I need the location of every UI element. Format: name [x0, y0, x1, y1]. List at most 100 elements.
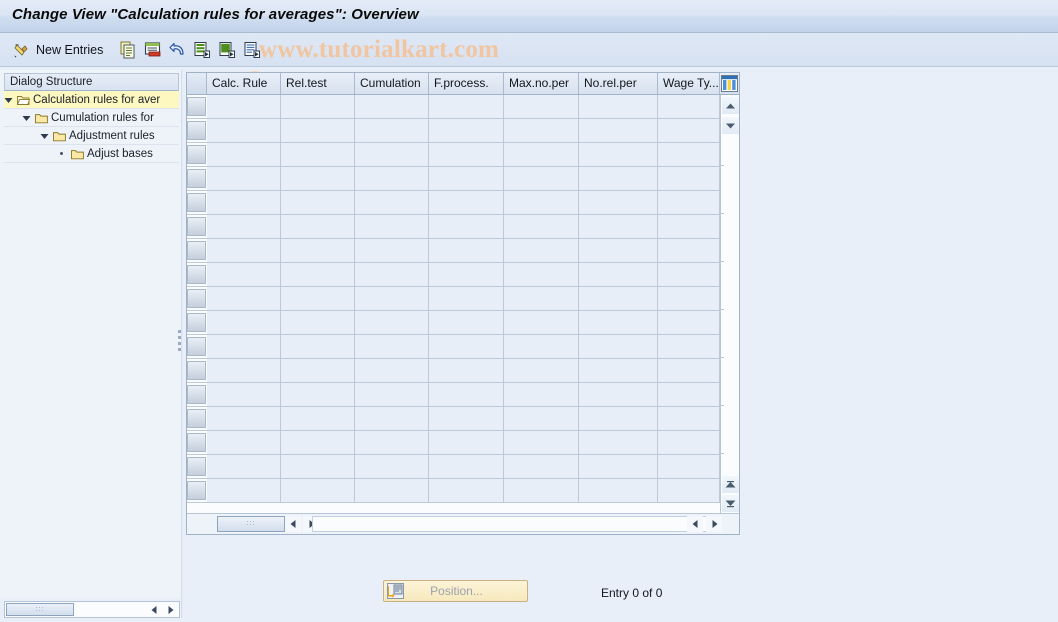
table-row[interactable] [187, 263, 720, 287]
cell-cumulation[interactable] [355, 455, 429, 478]
cell-calc_rule[interactable] [207, 239, 281, 262]
cell-f_process[interactable] [429, 191, 504, 214]
row-selector-button[interactable] [187, 241, 206, 260]
cell-f_process[interactable] [429, 143, 504, 166]
cell-wage_type[interactable] [658, 143, 720, 166]
cell-calc_rule[interactable] [207, 215, 281, 238]
column-header-sel[interactable] [187, 73, 207, 94]
tree-item-3[interactable]: Adjust bases [4, 145, 179, 163]
column-header-wage_type[interactable]: Wage Ty... [658, 73, 720, 94]
cell-wage_type[interactable] [658, 383, 720, 406]
table-scroll-left-button-2[interactable] [687, 516, 703, 532]
undo-icon[interactable] [169, 41, 187, 59]
row-selector-button[interactable] [187, 97, 206, 116]
cell-max_no_per[interactable] [504, 239, 579, 262]
cell-no_rel_per[interactable] [579, 455, 658, 478]
cell-rel_test[interactable] [281, 335, 355, 358]
sidebar-splitter-handle[interactable] [178, 330, 183, 360]
cell-wage_type[interactable] [658, 287, 720, 310]
cell-calc_rule[interactable] [207, 335, 281, 358]
cell-cumulation[interactable] [355, 167, 429, 190]
cell-cumulation[interactable] [355, 383, 429, 406]
cell-max_no_per[interactable] [504, 119, 579, 142]
cell-calc_rule[interactable] [207, 311, 281, 334]
table-row[interactable] [187, 215, 720, 239]
table-row[interactable] [187, 191, 720, 215]
cell-cumulation[interactable] [355, 239, 429, 262]
cell-no_rel_per[interactable] [579, 215, 658, 238]
cell-f_process[interactable] [429, 455, 504, 478]
scroll-page-down-icon[interactable] [722, 495, 739, 512]
cell-max_no_per[interactable] [504, 335, 579, 358]
cell-no_rel_per[interactable] [579, 311, 658, 334]
tree-item-0[interactable]: Calculation rules for aver [4, 91, 179, 109]
cell-rel_test[interactable] [281, 455, 355, 478]
cell-no_rel_per[interactable] [579, 287, 658, 310]
cell-max_no_per[interactable] [504, 287, 579, 310]
deselect-all-icon[interactable] [218, 41, 236, 59]
sidebar-scroll-right-button[interactable] [163, 603, 178, 616]
cell-rel_test[interactable] [281, 263, 355, 286]
cell-max_no_per[interactable] [504, 263, 579, 286]
cell-wage_type[interactable] [658, 167, 720, 190]
row-selector-button[interactable] [187, 289, 206, 308]
cell-max_no_per[interactable] [504, 479, 579, 502]
cell-calc_rule[interactable] [207, 119, 281, 142]
column-header-f_process[interactable]: F.process. [429, 73, 504, 94]
cell-rel_test[interactable] [281, 359, 355, 382]
cell-f_process[interactable] [429, 119, 504, 142]
cell-calc_rule[interactable] [207, 359, 281, 382]
cell-rel_test[interactable] [281, 119, 355, 142]
cell-f_process[interactable] [429, 287, 504, 310]
cell-rel_test[interactable] [281, 311, 355, 334]
tree-item-2[interactable]: Adjustment rules [4, 127, 179, 145]
cell-f_process[interactable] [429, 383, 504, 406]
column-header-calc_rule[interactable]: Calc. Rule [207, 73, 281, 94]
cell-cumulation[interactable] [355, 119, 429, 142]
row-selector-button[interactable] [187, 169, 206, 188]
cell-no_rel_per[interactable] [579, 143, 658, 166]
cell-cumulation[interactable] [355, 407, 429, 430]
chevron-down-icon[interactable] [40, 132, 49, 141]
cell-f_process[interactable] [429, 95, 504, 118]
column-header-cumulation[interactable]: Cumulation [355, 73, 429, 94]
cell-f_process[interactable] [429, 263, 504, 286]
cell-f_process[interactable] [429, 215, 504, 238]
cell-cumulation[interactable] [355, 287, 429, 310]
cell-no_rel_per[interactable] [579, 167, 658, 190]
row-selector-button[interactable] [187, 457, 206, 476]
cell-calc_rule[interactable] [207, 95, 281, 118]
cell-rel_test[interactable] [281, 239, 355, 262]
cell-rel_test[interactable] [281, 479, 355, 502]
cell-rel_test[interactable] [281, 431, 355, 454]
table-row[interactable] [187, 335, 720, 359]
cell-rel_test[interactable] [281, 407, 355, 430]
scroll-up-icon[interactable] [722, 97, 739, 114]
cell-wage_type[interactable] [658, 455, 720, 478]
table-vertical-scrollbar[interactable] [720, 95, 739, 513]
cell-no_rel_per[interactable] [579, 263, 658, 286]
cell-calc_rule[interactable] [207, 263, 281, 286]
sidebar-horizontal-scrollbar[interactable]: ::: [4, 601, 180, 618]
cell-cumulation[interactable] [355, 335, 429, 358]
row-selector-button[interactable] [187, 217, 206, 236]
cell-calc_rule[interactable] [207, 143, 281, 166]
cell-wage_type[interactable] [658, 215, 720, 238]
table-row[interactable] [187, 143, 720, 167]
cell-cumulation[interactable] [355, 95, 429, 118]
table-row[interactable] [187, 119, 720, 143]
cell-no_rel_per[interactable] [579, 335, 658, 358]
cell-cumulation[interactable] [355, 311, 429, 334]
cell-cumulation[interactable] [355, 431, 429, 454]
cell-no_rel_per[interactable] [579, 431, 658, 454]
tree-item-1[interactable]: Cumulation rules for [4, 109, 179, 127]
cell-no_rel_per[interactable] [579, 479, 658, 502]
cell-max_no_per[interactable] [504, 167, 579, 190]
cell-cumulation[interactable] [355, 143, 429, 166]
table-scroll-right-button-2[interactable] [706, 516, 722, 532]
row-selector-button[interactable] [187, 145, 206, 164]
cell-max_no_per[interactable] [504, 95, 579, 118]
table-row[interactable] [187, 407, 720, 431]
column-header-max_no_per[interactable]: Max.no.per [504, 73, 579, 94]
select-all-icon[interactable] [193, 41, 211, 59]
